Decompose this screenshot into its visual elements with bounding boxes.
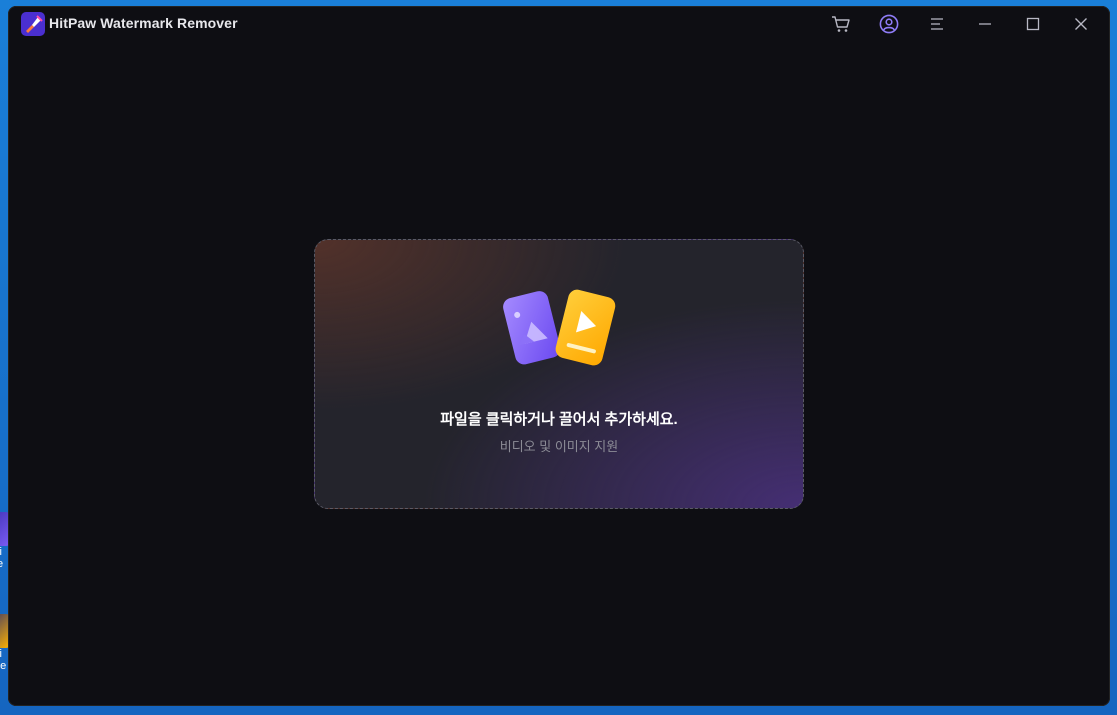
media-files-icon [503,289,616,366]
title-bar[interactable]: HitPaw Watermark Remover [8,6,1110,40]
close-button[interactable] [1066,10,1096,38]
drop-zone-supported-formats: 비디오 및 이미지 지원 [499,439,619,454]
close-icon [1075,18,1087,30]
maximize-icon [1026,17,1040,31]
minimize-icon [979,23,991,25]
app-logo-icon [21,12,45,36]
account-button[interactable] [874,10,904,38]
app-window: HitPaw Watermark Remover 파일을 클릭하거나 끌어서 추… [8,6,1110,706]
cart-icon [832,16,850,32]
menu-button[interactable] [922,10,952,38]
menu-icon [931,18,943,30]
app-title: HitPaw Watermark Remover [49,15,238,31]
account-icon [879,14,899,34]
minimize-button[interactable] [970,10,1000,38]
drop-zone-instruction: 파일을 클릭하거나 끌어서 추가하세요. [440,411,678,428]
maximize-button[interactable] [1018,10,1048,38]
file-drop-zone[interactable]: 파일을 클릭하거나 끌어서 추가하세요. 비디오 및 이미지 지원 [314,239,804,509]
cart-button[interactable] [826,10,856,38]
